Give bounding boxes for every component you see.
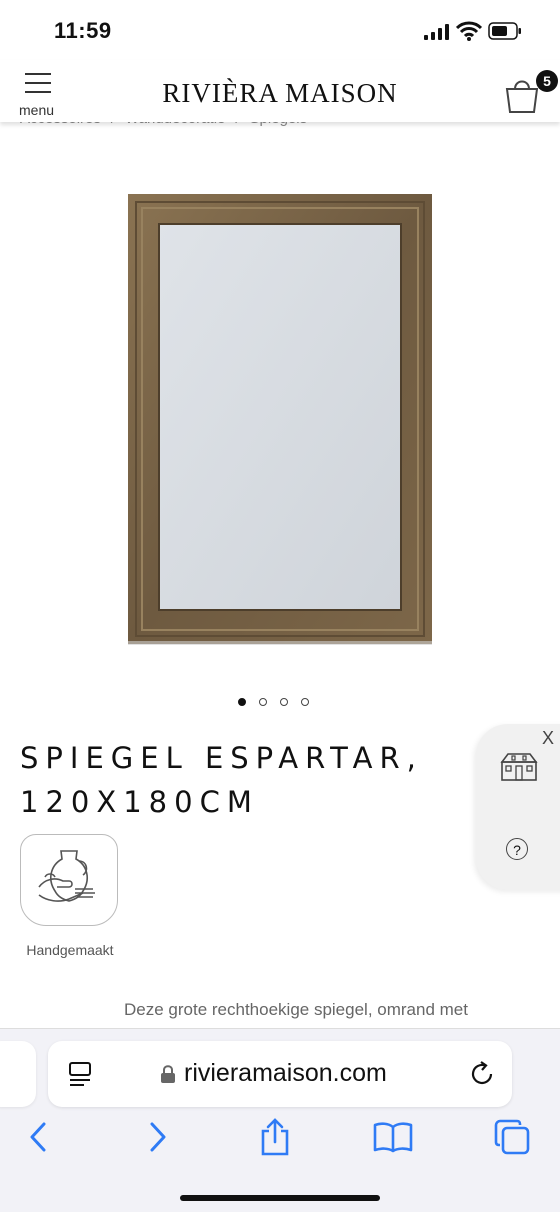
help-icon[interactable]: ?	[506, 838, 528, 860]
address-bar[interactable]: rivieramaison.com	[48, 1041, 512, 1107]
browser-chrome: rivieramaison.com	[0, 1028, 560, 1212]
cart-count-badge: 5	[536, 70, 558, 92]
home-indicator[interactable]	[180, 1195, 380, 1201]
store-house-icon[interactable]	[498, 750, 540, 782]
status-bar: 11:59	[0, 0, 560, 60]
chevron-right-icon	[150, 1122, 166, 1152]
product-title: SPIEGEL ESPARTAR, 120X180CM	[20, 736, 460, 824]
share-button[interactable]	[253, 1117, 297, 1157]
forward-button[interactable]	[136, 1117, 180, 1157]
share-icon	[261, 1118, 289, 1156]
lock-icon	[161, 1065, 175, 1083]
floating-side-widget: X ?	[476, 724, 560, 890]
site-logo[interactable]: RIVIÈRA MAISON	[0, 78, 560, 109]
site-header: menu RIVIÈRA MAISON 5	[0, 60, 560, 122]
carousel-dots	[238, 693, 322, 706]
back-button[interactable]	[16, 1117, 60, 1157]
battery-icon	[488, 22, 521, 40]
reload-icon[interactable]	[468, 1060, 496, 1088]
carousel-dot-3[interactable]	[280, 697, 288, 706]
browser-toolbar	[0, 1117, 560, 1157]
carousel-dot-1[interactable]	[238, 697, 246, 706]
reader-mode-icon[interactable]	[68, 1061, 94, 1087]
tabs-icon	[494, 1119, 530, 1155]
cellular-signal-icon	[424, 24, 449, 40]
tabs-button[interactable]	[490, 1117, 534, 1157]
product-title-line2: 120X180CM	[20, 785, 259, 819]
cart-button[interactable]: 5	[502, 70, 558, 116]
handmade-vase-icon	[38, 850, 95, 902]
wifi-icon	[456, 21, 482, 41]
chevron-left-icon	[30, 1122, 46, 1152]
carousel-dot-4[interactable]	[301, 697, 309, 706]
status-time: 11:59	[54, 18, 112, 43]
handmade-badge: Handgemaakt	[20, 834, 120, 958]
product-title-line1: SPIEGEL ESPARTAR,	[20, 741, 423, 775]
product-image-carousel[interactable]	[0, 140, 560, 680]
bookmarks-button[interactable]	[371, 1117, 415, 1157]
mirror-product-image	[128, 194, 432, 645]
book-icon	[373, 1122, 413, 1153]
product-description: Deze grote rechthoekige spiegel, omrand …	[124, 1000, 468, 1019]
close-icon[interactable]: X	[542, 728, 554, 749]
handmade-label: Handgemaakt	[26, 942, 114, 958]
url-text: rivieramaison.com	[184, 1059, 387, 1087]
shopping-bag-icon	[505, 80, 539, 113]
carousel-dot-2[interactable]	[259, 697, 267, 706]
previous-tab-peek[interactable]	[0, 1041, 36, 1107]
